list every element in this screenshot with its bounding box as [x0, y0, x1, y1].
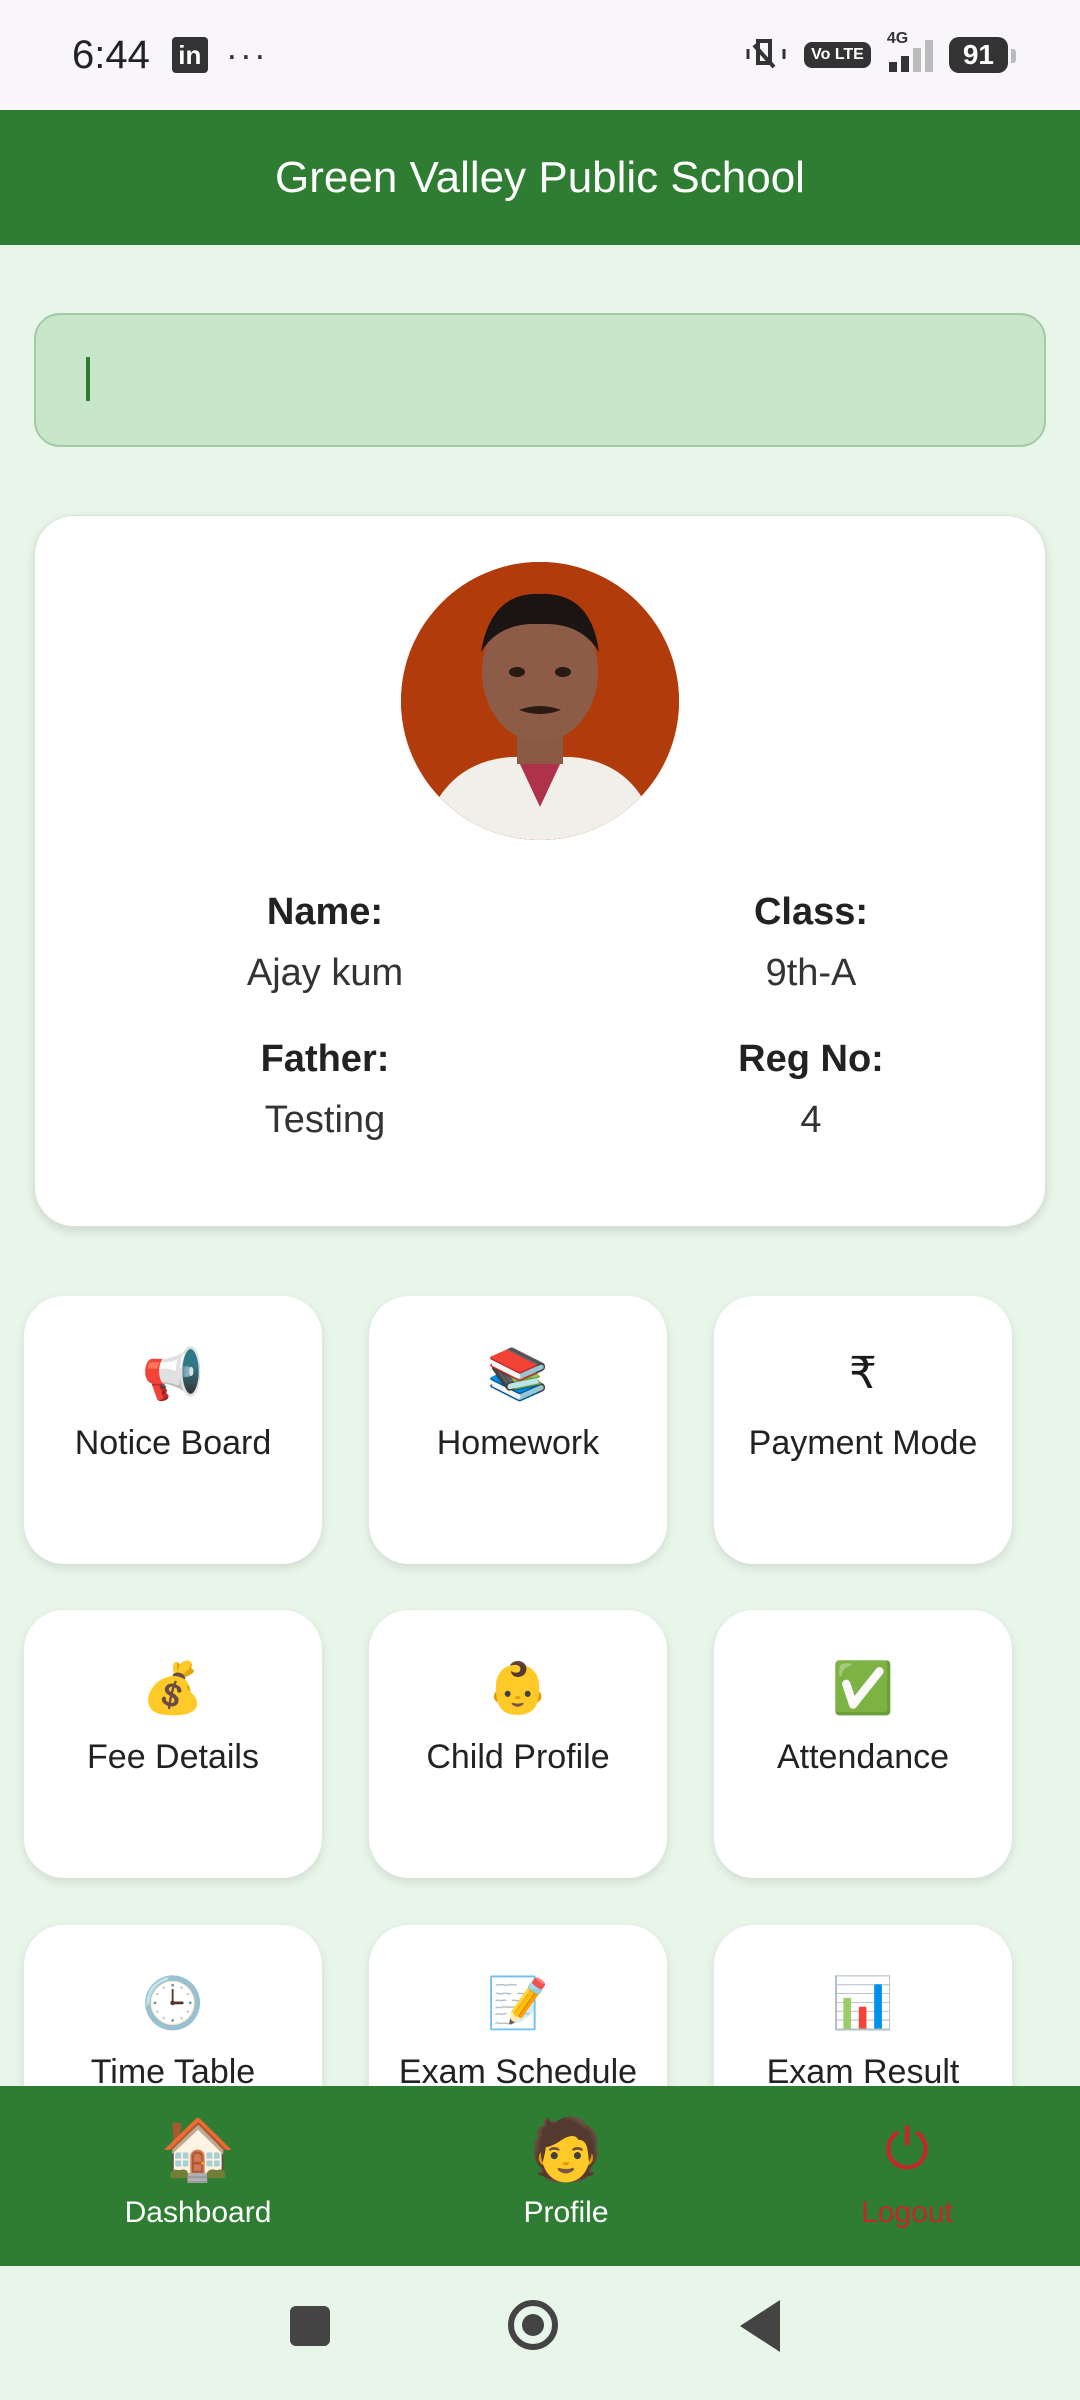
reg-no-label: Reg No:	[738, 1038, 884, 1080]
father-value: Testing	[264, 1099, 386, 1141]
student-profile-card: Name: Ajay kum Class: 9th-A Father: Test…	[34, 515, 1046, 1227]
bar-chart-icon: 📊	[831, 1975, 895, 2031]
signal-icon: 4G	[887, 30, 933, 72]
name-field: Name: Ajay kum	[125, 891, 525, 995]
megaphone-icon: 📢	[141, 1346, 205, 1402]
nav-label: Dashboard	[124, 2196, 272, 2229]
nav-dashboard[interactable]: 🏠 Dashboard	[68, 2086, 328, 2266]
tile-fee-details[interactable]: 💰 Fee Details	[24, 1610, 322, 1878]
father-label: Father:	[260, 1038, 390, 1080]
tile-label: Homework	[436, 1424, 600, 1462]
reg-no-value: 4	[800, 1099, 822, 1141]
tile-payment-mode[interactable]: ₹ Payment Mode	[714, 1296, 1012, 1564]
recent-apps-button[interactable]	[290, 2306, 330, 2346]
search-input[interactable]	[34, 313, 1046, 447]
books-icon: 📚	[486, 1346, 550, 1402]
home-icon: 🏠	[160, 2116, 236, 2183]
memo-icon: 📝	[486, 1975, 550, 2031]
tile-notice-board[interactable]: 📢 Notice Board	[24, 1296, 322, 1564]
vibrate-off-icon	[746, 39, 786, 69]
name-value: Ajay kum	[246, 952, 404, 994]
reg-no-field: Reg No: 4	[611, 1038, 1011, 1142]
more-notifications-icon: ···	[225, 34, 268, 75]
nav-label: Logout	[861, 2196, 953, 2229]
tile-homework[interactable]: 📚 Homework	[369, 1296, 667, 1564]
text-cursor	[86, 357, 90, 401]
student-photo	[401, 562, 679, 840]
system-navigation-bar	[0, 2266, 1080, 2400]
name-label: Name:	[266, 891, 384, 933]
clock-icon: 🕒	[141, 1975, 205, 2031]
father-field: Father: Testing	[125, 1038, 525, 1142]
bottom-navigation: 🏠 Dashboard 🧑 Profile ⏻ Logout	[0, 2086, 1080, 2266]
money-bag-icon: 💰	[141, 1660, 205, 1716]
class-value: 9th-A	[765, 952, 857, 994]
tile-label: Attendance	[776, 1738, 950, 1776]
home-button[interactable]	[508, 2300, 558, 2350]
nav-profile[interactable]: 🧑 Profile	[436, 2086, 696, 2266]
volte-icon: Vo LTE	[804, 42, 871, 68]
nav-label: Profile	[523, 2196, 609, 2229]
class-label: Class:	[753, 891, 869, 933]
network-type: 4G	[886, 30, 909, 47]
school-title: Green Valley Public School	[275, 152, 805, 202]
status-bar: 6:44 in ··· Vo LTE 4G 91	[0, 0, 1080, 110]
nav-logout[interactable]: ⏻ Logout	[777, 2086, 1037, 2266]
tile-label: Payment Mode	[748, 1424, 978, 1462]
person-icon: 🧑	[528, 2116, 604, 2183]
tile-label: Notice Board	[74, 1424, 272, 1462]
class-field: Class: 9th-A	[611, 891, 1011, 995]
back-button[interactable]	[740, 2300, 780, 2352]
tile-label: Child Profile	[426, 1738, 610, 1776]
tile-child-profile[interactable]: 👶 Child Profile	[369, 1610, 667, 1878]
linkedin-icon: in	[171, 37, 208, 73]
battery-indicator: 91	[948, 37, 1017, 73]
baby-icon: 👶	[486, 1660, 550, 1716]
power-icon: ⏻	[884, 2117, 930, 2182]
rupee-icon: ₹	[849, 1348, 877, 1399]
tile-attendance[interactable]: ✅ Attendance	[714, 1610, 1012, 1878]
tile-label: Fee Details	[87, 1738, 259, 1776]
student-avatar	[401, 562, 679, 840]
status-time: 6:44	[72, 32, 150, 77]
check-mark-icon: ✅	[831, 1660, 895, 1716]
app-header: Green Valley Public School	[0, 110, 1080, 245]
